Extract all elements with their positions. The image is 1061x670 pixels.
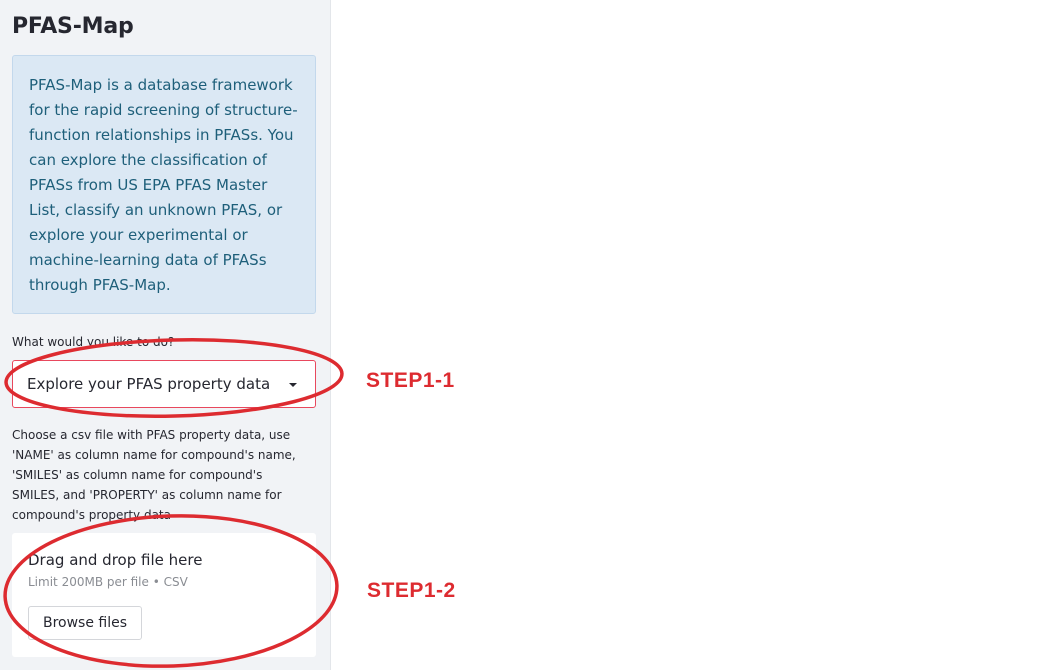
uploader-label: Choose a csv file with PFAS property dat… (12, 428, 296, 522)
browse-files-button[interactable]: Browse files (28, 606, 142, 640)
info-box: PFAS-Map is a database framework for the… (12, 55, 316, 314)
dropzone-title: Drag and drop file here (28, 551, 203, 569)
sidebar: PFAS-Map PFAS-Map is a database framewor… (0, 0, 331, 670)
step1-annotation-label: STEP1-1 (366, 369, 455, 392)
dropzone-limit: Limit 200MB per file • CSV (28, 575, 188, 589)
select-label: What would you like to do? (12, 335, 175, 349)
file-dropzone[interactable]: Drag and drop file here Limit 200MB per … (12, 533, 316, 657)
select-value: Explore your PFAS property data (27, 375, 271, 393)
app-title: PFAS-Map (12, 14, 134, 39)
action-select[interactable]: Explore your PFAS property data (12, 360, 316, 408)
chevron-down-icon (289, 383, 297, 387)
step2-annotation-label: STEP1-2 (367, 579, 456, 602)
